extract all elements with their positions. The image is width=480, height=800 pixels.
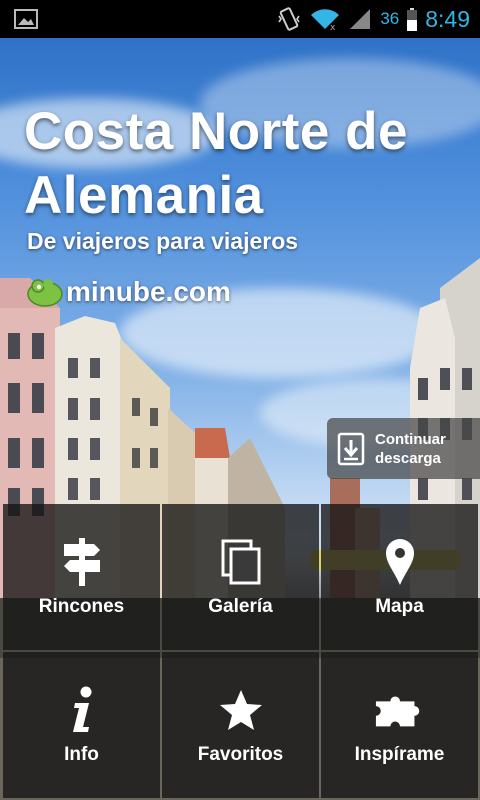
info-icon bbox=[72, 686, 91, 732]
wifi-icon: x bbox=[311, 9, 340, 31]
map-pin-icon bbox=[385, 539, 414, 585]
menu-tile-info[interactable]: Info bbox=[3, 652, 160, 798]
continue-download-label: Continuar descarga bbox=[375, 430, 446, 467]
menu-tile-mapa[interactable]: Mapa bbox=[321, 504, 478, 650]
clock: 8:49 bbox=[425, 5, 470, 32]
menu-tile-galeria[interactable]: Galería bbox=[162, 504, 319, 650]
signal-icon bbox=[350, 9, 371, 29]
menu-label-info: Info bbox=[64, 744, 99, 765]
menu-tile-favoritos[interactable]: Favoritos bbox=[162, 652, 319, 798]
continue-download-button[interactable]: Continuar descarga bbox=[327, 418, 480, 479]
page-subtitle: De viajeros para viajeros bbox=[27, 228, 299, 254]
download-icon bbox=[337, 432, 365, 465]
gallery-icon bbox=[221, 539, 260, 585]
puzzle-icon bbox=[375, 696, 419, 727]
menu-label-rincones: Rincones bbox=[38, 596, 125, 617]
vibrate-icon bbox=[278, 7, 300, 31]
minube-logo-icon bbox=[27, 279, 63, 307]
brand-logo: minube.com bbox=[26, 274, 231, 310]
image-notification-icon bbox=[14, 9, 38, 29]
menu-tile-inspirame[interactable]: Inspírame bbox=[321, 652, 478, 798]
battery-percent: 36 bbox=[380, 9, 400, 28]
menu-label-inspirame: Inspírame bbox=[354, 744, 445, 765]
star-icon bbox=[219, 690, 262, 730]
battery-icon bbox=[407, 8, 418, 31]
menu-tile-rincones[interactable]: Rincones bbox=[3, 504, 160, 650]
menu-label-favoritos: Favoritos bbox=[197, 744, 284, 765]
menu-label-galeria: Galería bbox=[208, 596, 273, 617]
svg-text:x: x bbox=[330, 23, 336, 31]
main-menu-grid: Rincones Galería Mapa Info Favoritos Ins… bbox=[0, 502, 480, 800]
menu-label-mapa: Mapa bbox=[375, 596, 424, 617]
signpost-icon bbox=[63, 538, 100, 586]
page-title: Costa Norte de Alemania bbox=[24, 102, 408, 225]
brand-name: minube.com bbox=[66, 276, 231, 307]
status-bar: x 36 8:49 bbox=[0, 0, 480, 38]
